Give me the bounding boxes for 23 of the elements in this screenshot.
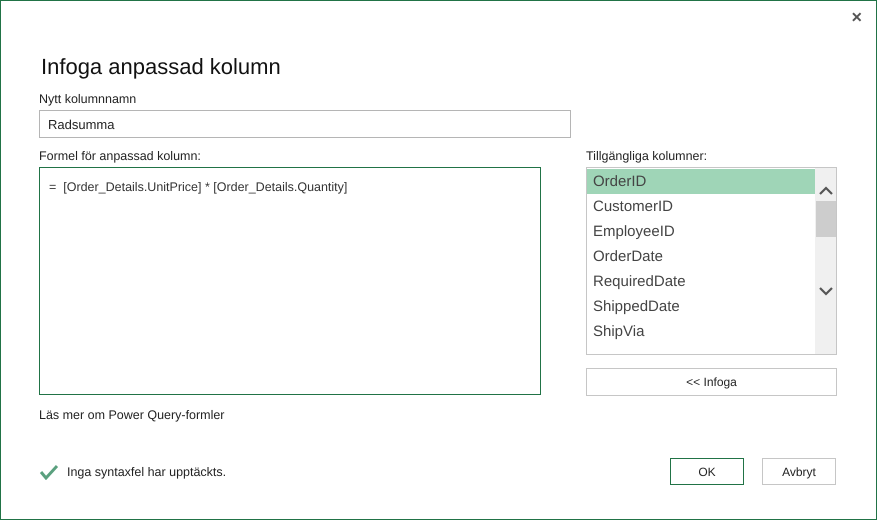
column-item[interactable]: RequiredDate [587, 269, 815, 294]
column-item[interactable]: ShippedDate [587, 294, 815, 319]
status-message: Inga syntaxfel har upptäckts. [67, 464, 228, 478]
scrollbar[interactable] [815, 168, 836, 354]
scroll-down-icon[interactable] [818, 287, 832, 296]
insert-button[interactable]: << Infoga [586, 368, 837, 396]
ok-button[interactable]: OK [670, 458, 744, 485]
column-item[interactable]: OrderID [587, 169, 815, 194]
help-link[interactable]: Läs mer om Power Query-formler [39, 408, 224, 422]
scroll-thumb[interactable] [816, 201, 836, 237]
field-label: Nytt kolumnnamn [39, 92, 138, 106]
formula-label: Formel för anpassad kolumn: [39, 149, 202, 163]
column-name-field[interactable]: Radsumma [39, 110, 571, 138]
cancel-button[interactable]: Avbryt [762, 458, 836, 485]
close-button[interactable]: × [849, 7, 864, 28]
dialog-title: Infoga anpassad kolumn [41, 54, 282, 80]
column-item[interactable]: EmployeeID [587, 219, 815, 244]
column-item[interactable]: OrderDate [587, 244, 815, 269]
columns-label: Tillgängliga kolumner: [586, 149, 708, 163]
column-item[interactable]: CustomerID [587, 194, 815, 219]
scroll-up-icon[interactable] [818, 186, 832, 195]
formula-field[interactable]: = [Order_Details.UnitPrice] * [Order_Details.Quantity] [39, 167, 541, 395]
column-item[interactable]: ShipVia [587, 319, 815, 344]
